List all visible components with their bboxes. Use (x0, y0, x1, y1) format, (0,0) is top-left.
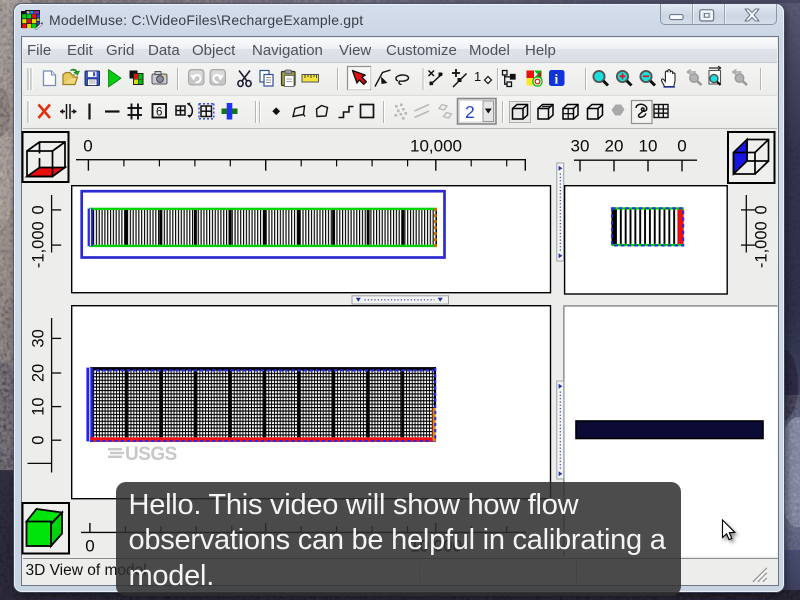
svg-text:10: 10 (639, 137, 658, 156)
svg-text:-1,000: -1,000 (30, 221, 48, 268)
svg-text:-1,000: -1,000 (753, 221, 771, 268)
svg-text:0: 0 (85, 537, 94, 556)
svg-text:30: 30 (571, 137, 590, 156)
svg-text:0: 0 (753, 205, 771, 214)
svg-text:20: 20 (605, 137, 624, 156)
svg-text:0: 0 (83, 137, 92, 156)
svg-text:30: 30 (30, 329, 48, 347)
svg-text:10: 10 (30, 397, 48, 415)
svg-text:0: 0 (30, 205, 48, 214)
svg-text:20: 20 (30, 364, 48, 382)
svg-text:10,000: 10,000 (410, 137, 462, 156)
svg-text:USGS: USGS (125, 444, 177, 465)
svg-text:0: 0 (677, 137, 686, 156)
svg-text:0: 0 (30, 436, 48, 445)
